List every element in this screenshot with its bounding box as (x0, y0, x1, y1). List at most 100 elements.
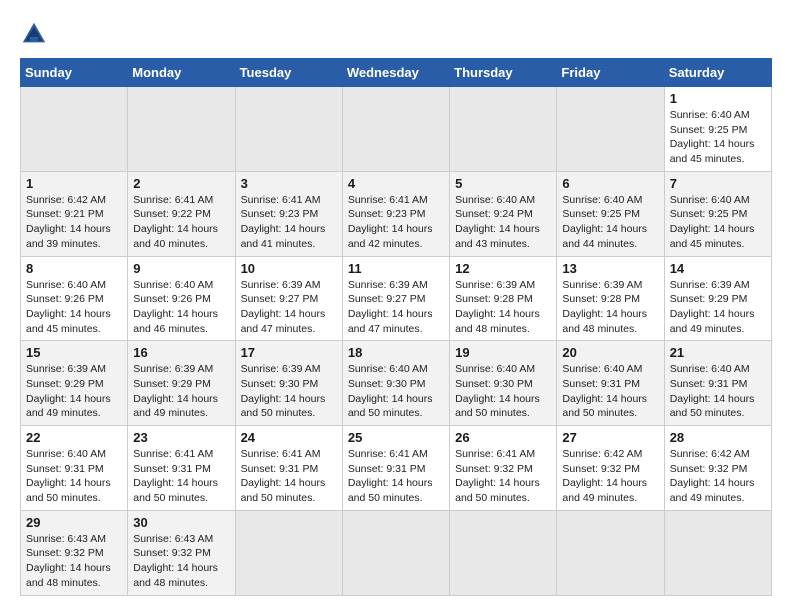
calendar-cell: 12 Sunrise: 6:39 AM Sunset: 9:28 PM Dayli… (450, 256, 557, 341)
day-number: 23 (133, 430, 229, 445)
day-info: Sunrise: 6:41 AM Sunset: 9:31 PM Dayligh… (133, 447, 229, 506)
calendar-week-row: 1 Sunrise: 6:40 AM Sunset: 9:25 PM Daylig… (21, 87, 772, 172)
calendar-week-row: 15Sunrise: 6:39 AM Sunset: 9:29 PM Dayli… (21, 341, 772, 426)
calendar-cell (557, 510, 664, 595)
day-number: 2 (133, 176, 229, 191)
day-number: 13 (562, 261, 658, 276)
day-number: 16 (133, 345, 229, 360)
calendar-cell: 7Sunrise: 6:40 AM Sunset: 9:25 PM Daylig… (664, 171, 771, 256)
day-number: 5 (455, 176, 551, 191)
day-info: Sunrise: 6:40 AM Sunset: 9:24 PM Dayligh… (455, 193, 551, 252)
calendar-header-saturday: Saturday (664, 59, 771, 87)
day-number: 21 (670, 345, 766, 360)
calendar-cell (557, 87, 664, 172)
day-number: 25 (348, 430, 444, 445)
day-number: 24 (241, 430, 337, 445)
day-number: 30 (133, 515, 229, 530)
day-info: Sunrise: 6:42 AM Sunset: 9:32 PM Dayligh… (562, 447, 658, 506)
logo (20, 20, 52, 48)
day-info: Sunrise: 6:39 AM Sunset: 9:28 PM Dayligh… (455, 278, 551, 337)
day-info: Sunrise: 6:43 AM Sunset: 9:32 PM Dayligh… (133, 532, 229, 591)
day-number: 26 (455, 430, 551, 445)
calendar-cell: 10 Sunrise: 6:39 AM Sunset: 9:27 PM Dayli… (235, 256, 342, 341)
day-info: Sunrise: 6:39 AM Sunset: 9:27 PM Dayligh… (241, 278, 337, 337)
calendar-cell: 1 Sunrise: 6:40 AM Sunset: 9:25 PM Daylig… (664, 87, 771, 172)
calendar-cell: 15Sunrise: 6:39 AM Sunset: 9:29 PM Dayli… (21, 341, 128, 426)
day-number: 10 (241, 261, 337, 276)
calendar-cell (21, 87, 128, 172)
day-info: Sunrise: 6:39 AM Sunset: 9:29 PM Dayligh… (670, 278, 766, 337)
calendar-cell: 16 Sunrise: 6:39 AM Sunset: 9:29 PM Dayli… (128, 341, 235, 426)
calendar-header-row: SundayMondayTuesdayWednesdayThursdayFrid… (21, 59, 772, 87)
day-number: 17 (241, 345, 337, 360)
calendar-cell: 23 Sunrise: 6:41 AM Sunset: 9:31 PM Dayli… (128, 426, 235, 511)
day-number: 14 (670, 261, 766, 276)
calendar-week-row: 8Sunrise: 6:40 AM Sunset: 9:26 PM Daylig… (21, 256, 772, 341)
calendar-cell: 24 Sunrise: 6:41 AM Sunset: 9:31 PM Dayli… (235, 426, 342, 511)
day-info: Sunrise: 6:41 AM Sunset: 9:31 PM Dayligh… (241, 447, 337, 506)
day-info: Sunrise: 6:39 AM Sunset: 9:29 PM Dayligh… (133, 362, 229, 421)
day-info: Sunrise: 6:41 AM Sunset: 9:23 PM Dayligh… (348, 193, 444, 252)
calendar-cell: 20Sunrise: 6:40 AM Sunset: 9:31 PM Dayli… (557, 341, 664, 426)
day-info: Sunrise: 6:42 AM Sunset: 9:32 PM Dayligh… (670, 447, 766, 506)
day-info: Sunrise: 6:42 AM Sunset: 9:21 PM Dayligh… (26, 193, 122, 252)
calendar-cell: 27 Sunrise: 6:42 AM Sunset: 9:32 PM Dayli… (557, 426, 664, 511)
calendar-cell (235, 510, 342, 595)
calendar-cell (235, 87, 342, 172)
calendar-cell: 29Sunrise: 6:43 AM Sunset: 9:32 PM Dayli… (21, 510, 128, 595)
calendar-cell: 11 Sunrise: 6:39 AM Sunset: 9:27 PM Dayli… (342, 256, 449, 341)
day-number: 1 (670, 91, 766, 106)
header (20, 20, 772, 48)
calendar-week-row: 29Sunrise: 6:43 AM Sunset: 9:32 PM Dayli… (21, 510, 772, 595)
day-number: 1 (26, 176, 122, 191)
day-info: Sunrise: 6:40 AM Sunset: 9:26 PM Dayligh… (133, 278, 229, 337)
calendar-header-tuesday: Tuesday (235, 59, 342, 87)
calendar-cell: 1 Sunrise: 6:42 AM Sunset: 9:21 PM Daylig… (21, 171, 128, 256)
day-number: 11 (348, 261, 444, 276)
calendar: SundayMondayTuesdayWednesdayThursdayFrid… (20, 58, 772, 596)
day-info: Sunrise: 6:40 AM Sunset: 9:25 PM Dayligh… (670, 108, 766, 167)
calendar-week-row: 1 Sunrise: 6:42 AM Sunset: 9:21 PM Daylig… (21, 171, 772, 256)
calendar-cell: 3Sunrise: 6:41 AM Sunset: 9:23 PM Daylig… (235, 171, 342, 256)
day-number: 19 (455, 345, 551, 360)
calendar-cell: 2Sunrise: 6:41 AM Sunset: 9:22 PM Daylig… (128, 171, 235, 256)
calendar-cell: 22Sunrise: 6:40 AM Sunset: 9:31 PM Dayli… (21, 426, 128, 511)
day-number: 4 (348, 176, 444, 191)
day-info: Sunrise: 6:40 AM Sunset: 9:30 PM Dayligh… (455, 362, 551, 421)
day-info: Sunrise: 6:39 AM Sunset: 9:30 PM Dayligh… (241, 362, 337, 421)
calendar-cell: 8Sunrise: 6:40 AM Sunset: 9:26 PM Daylig… (21, 256, 128, 341)
day-number: 9 (133, 261, 229, 276)
calendar-header-monday: Monday (128, 59, 235, 87)
calendar-cell: 21Sunrise: 6:40 AM Sunset: 9:31 PM Dayli… (664, 341, 771, 426)
calendar-header-sunday: Sunday (21, 59, 128, 87)
day-info: Sunrise: 6:39 AM Sunset: 9:28 PM Dayligh… (562, 278, 658, 337)
day-info: Sunrise: 6:43 AM Sunset: 9:32 PM Dayligh… (26, 532, 122, 591)
day-info: Sunrise: 6:40 AM Sunset: 9:31 PM Dayligh… (26, 447, 122, 506)
day-info: Sunrise: 6:40 AM Sunset: 9:26 PM Dayligh… (26, 278, 122, 337)
day-info: Sunrise: 6:40 AM Sunset: 9:25 PM Dayligh… (670, 193, 766, 252)
calendar-cell: 14 Sunrise: 6:39 AM Sunset: 9:29 PM Dayli… (664, 256, 771, 341)
day-number: 27 (562, 430, 658, 445)
calendar-cell: 17 Sunrise: 6:39 AM Sunset: 9:30 PM Dayli… (235, 341, 342, 426)
calendar-cell (450, 87, 557, 172)
calendar-cell: 19 Sunrise: 6:40 AM Sunset: 9:30 PM Dayli… (450, 341, 557, 426)
day-info: Sunrise: 6:40 AM Sunset: 9:25 PM Dayligh… (562, 193, 658, 252)
calendar-cell: 25 Sunrise: 6:41 AM Sunset: 9:31 PM Dayli… (342, 426, 449, 511)
day-info: Sunrise: 6:41 AM Sunset: 9:31 PM Dayligh… (348, 447, 444, 506)
day-number: 28 (670, 430, 766, 445)
day-number: 12 (455, 261, 551, 276)
calendar-cell: 30 Sunrise: 6:43 AM Sunset: 9:32 PM Dayli… (128, 510, 235, 595)
day-info: Sunrise: 6:39 AM Sunset: 9:27 PM Dayligh… (348, 278, 444, 337)
calendar-cell (342, 87, 449, 172)
calendar-week-row: 22Sunrise: 6:40 AM Sunset: 9:31 PM Dayli… (21, 426, 772, 511)
calendar-cell (450, 510, 557, 595)
calendar-cell: 28 Sunrise: 6:42 AM Sunset: 9:32 PM Dayli… (664, 426, 771, 511)
page: SundayMondayTuesdayWednesdayThursdayFrid… (0, 0, 792, 612)
day-info: Sunrise: 6:41 AM Sunset: 9:23 PM Dayligh… (241, 193, 337, 252)
calendar-cell (664, 510, 771, 595)
calendar-cell: 6Sunrise: 6:40 AM Sunset: 9:25 PM Daylig… (557, 171, 664, 256)
calendar-cell: 4 Sunrise: 6:41 AM Sunset: 9:23 PM Daylig… (342, 171, 449, 256)
day-info: Sunrise: 6:40 AM Sunset: 9:31 PM Dayligh… (562, 362, 658, 421)
calendar-cell: 18Sunrise: 6:40 AM Sunset: 9:30 PM Dayli… (342, 341, 449, 426)
day-number: 18 (348, 345, 444, 360)
